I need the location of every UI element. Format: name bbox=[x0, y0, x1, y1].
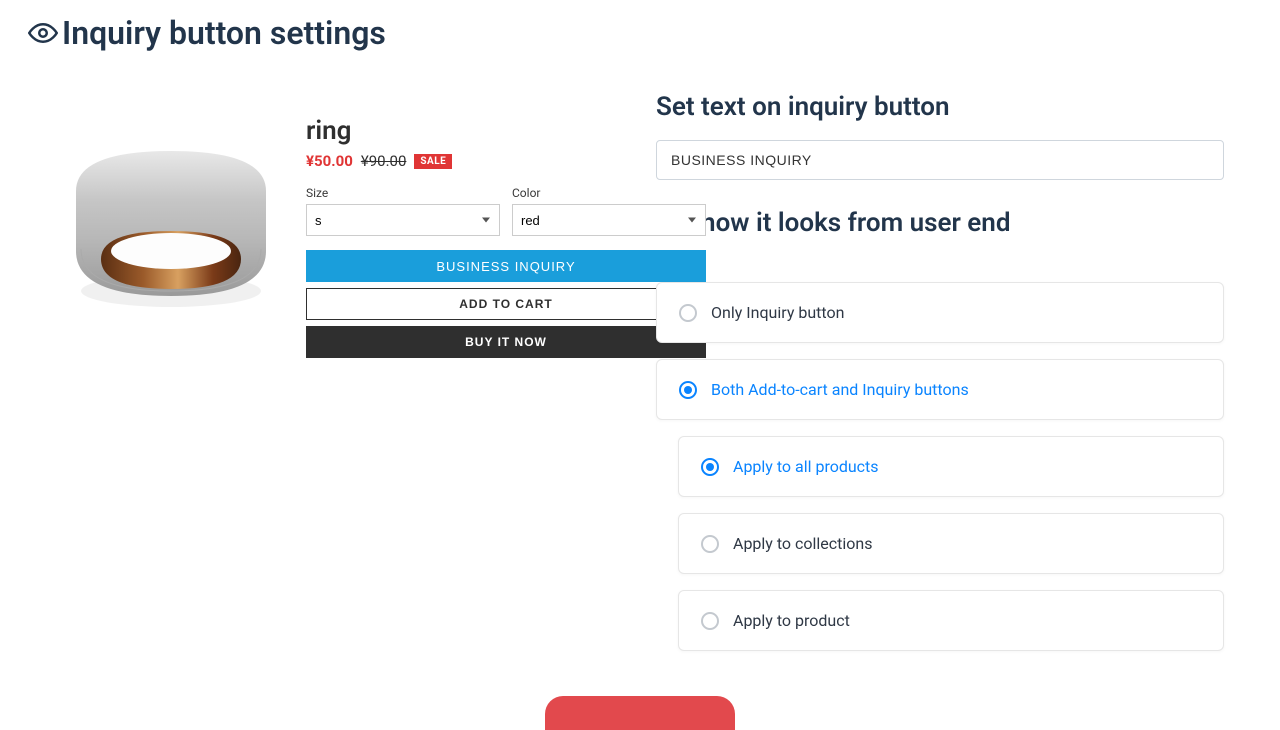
sale-badge: SALE bbox=[414, 154, 452, 169]
eye-icon bbox=[28, 18, 58, 48]
option-label: Apply to product bbox=[733, 611, 850, 630]
set-look-heading: Set how it looks from user end bbox=[656, 208, 1224, 238]
option-label: Apply to collections bbox=[733, 534, 873, 553]
option-label: Both Add-to-cart and Inquiry buttons bbox=[711, 380, 969, 399]
set-text-heading: Set text on inquiry button bbox=[656, 92, 1224, 122]
radio-icon bbox=[679, 304, 697, 322]
option-apply-collections[interactable]: Apply to collections bbox=[678, 513, 1224, 574]
inquiry-text-input[interactable] bbox=[656, 140, 1224, 180]
product-image bbox=[56, 116, 286, 346]
inquiry-button[interactable]: BUSINESS INQUIRY bbox=[306, 250, 706, 282]
price: ¥50.00 bbox=[306, 152, 353, 170]
option-both-buttons[interactable]: Both Add-to-cart and Inquiry buttons bbox=[656, 359, 1224, 420]
radio-icon bbox=[701, 535, 719, 553]
option-only-inquiry[interactable]: Only Inquiry button bbox=[656, 282, 1224, 343]
option-label: Apply to all products bbox=[733, 457, 879, 476]
bottom-action-pill[interactable] bbox=[545, 696, 735, 730]
color-select[interactable] bbox=[512, 204, 706, 236]
radio-icon bbox=[701, 458, 719, 476]
radio-icon bbox=[679, 381, 697, 399]
product-info: ring ¥50.00 ¥90.00 SALE Size Color bbox=[306, 116, 706, 667]
buy-it-now-button[interactable]: BUY IT NOW bbox=[306, 326, 706, 358]
radio-icon bbox=[701, 612, 719, 630]
compare-price: ¥90.00 bbox=[361, 152, 407, 170]
size-label: Size bbox=[306, 186, 500, 200]
settings-panel: Set text on inquiry button Set how it lo… bbox=[656, 92, 1224, 667]
price-line: ¥50.00 ¥90.00 SALE bbox=[306, 152, 706, 170]
size-select[interactable] bbox=[306, 204, 500, 236]
product-preview: ring ¥50.00 ¥90.00 SALE Size Color bbox=[56, 92, 616, 667]
option-label: Only Inquiry button bbox=[711, 303, 844, 322]
option-apply-product[interactable]: Apply to product bbox=[678, 590, 1224, 651]
option-apply-all[interactable]: Apply to all products bbox=[678, 436, 1224, 497]
page-title: Inquiry button settings bbox=[0, 0, 1280, 52]
add-to-cart-button[interactable]: ADD TO CART bbox=[306, 288, 706, 320]
page-title-text: Inquiry button settings bbox=[62, 14, 386, 52]
product-name: ring bbox=[306, 116, 706, 146]
